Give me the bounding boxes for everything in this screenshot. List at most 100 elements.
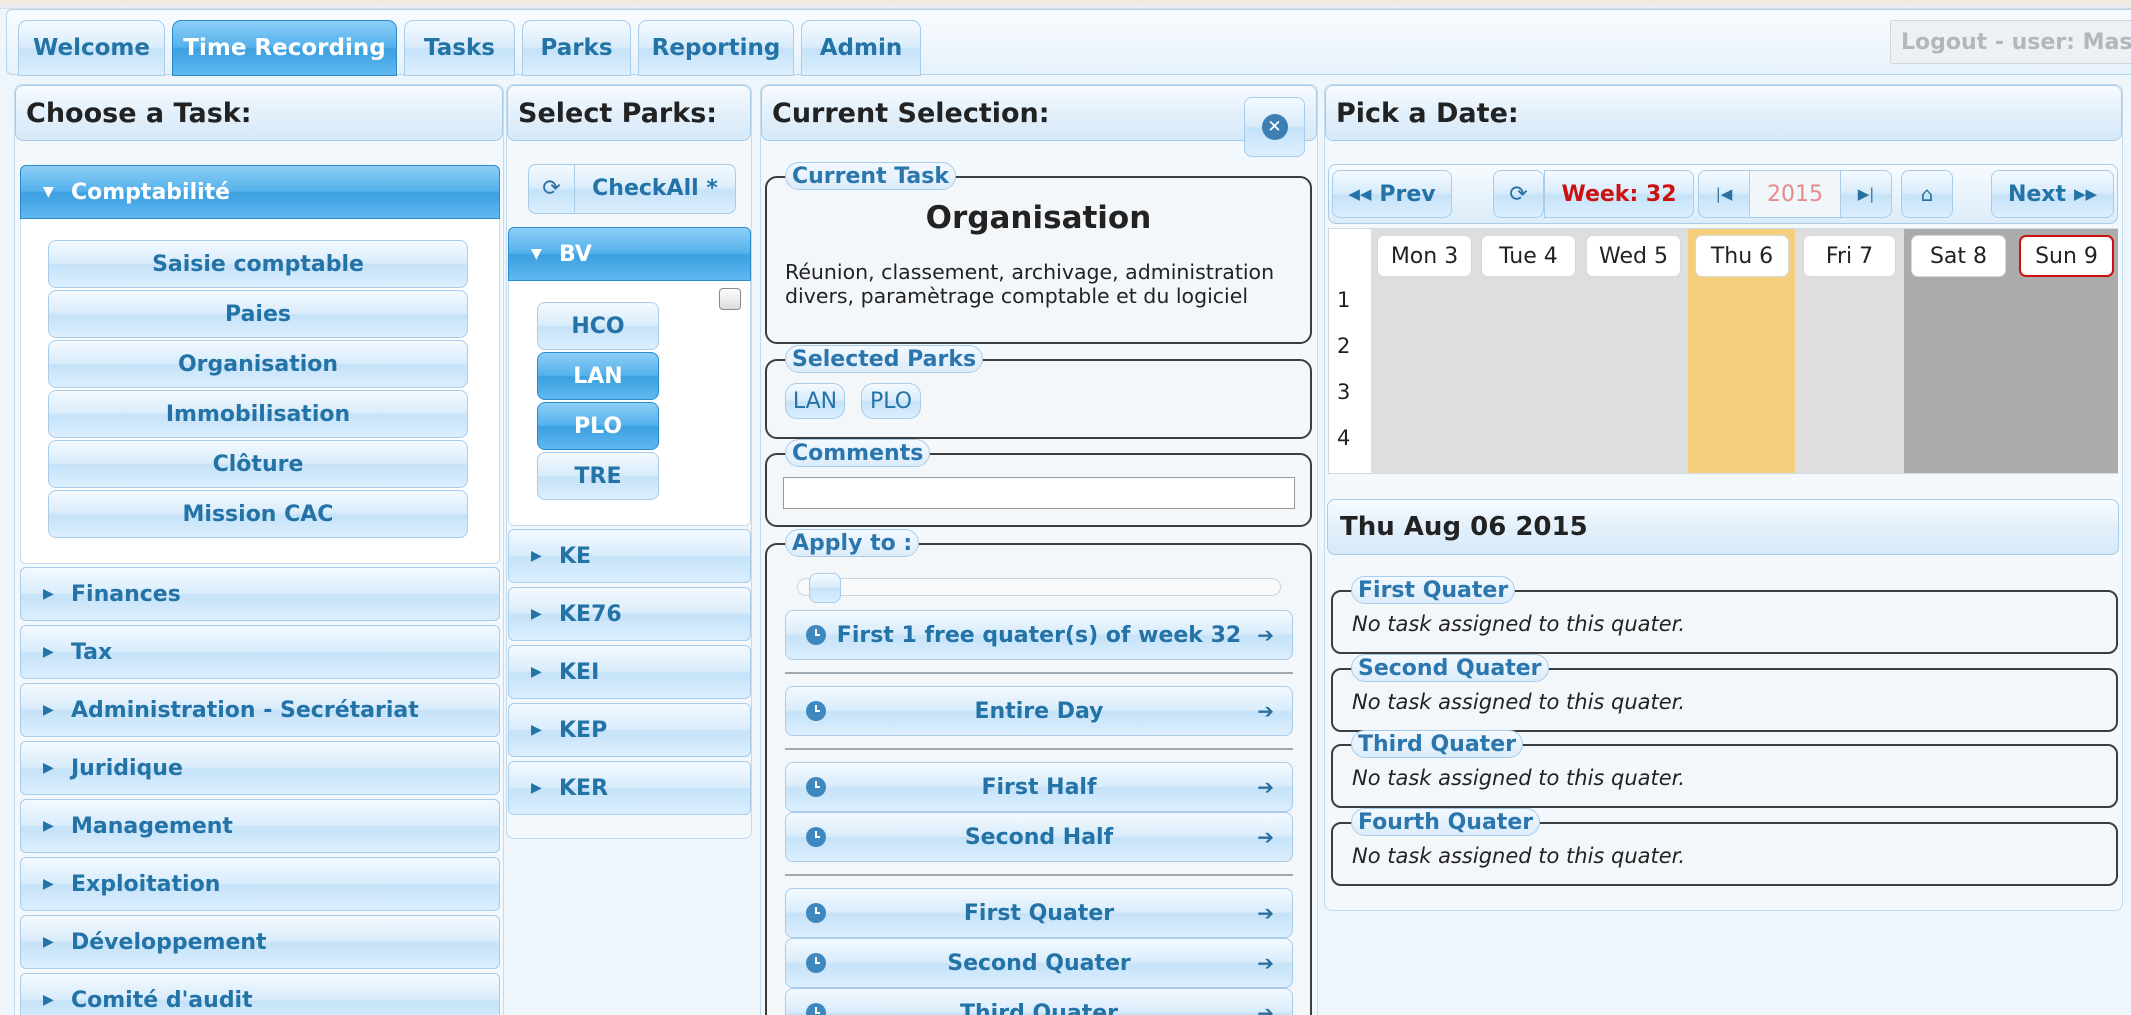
day-header[interactable]: Fri 7 — [1803, 235, 1896, 277]
park-item-selected[interactable]: PLO — [537, 402, 659, 450]
park-group-bv[interactable]: ▼ BV — [508, 227, 751, 281]
today-button[interactable]: ⌂ — [1901, 170, 1953, 218]
check-all-button[interactable]: ⟳ CheckAll * — [528, 164, 736, 214]
tab-admin[interactable]: Admin — [801, 20, 921, 76]
task-item[interactable]: Saisie comptable — [48, 240, 468, 288]
selected-park-chip[interactable]: PLO — [861, 383, 921, 419]
caret-right-icon: ▶ — [43, 934, 54, 950]
caret-right-icon: ▶ — [531, 548, 542, 564]
separator — [785, 672, 1293, 674]
quater-legend: Second Quater — [1351, 654, 1549, 682]
arrow-right-icon: ➔ — [1257, 775, 1274, 799]
first-week-button[interactable]: |◀ — [1698, 170, 1750, 218]
park-group-label: KER — [559, 775, 609, 801]
selected-park-chip[interactable]: LAN — [785, 383, 845, 419]
current-task-legend: Current Task — [785, 162, 957, 190]
park-group-label: BV — [559, 241, 592, 267]
task-item[interactable]: Clôture — [48, 440, 468, 488]
skip-forward-icon: ▶| — [1857, 185, 1875, 203]
refresh-icon: ⟳ — [529, 165, 575, 212]
clock-icon — [806, 1003, 826, 1015]
tab-welcome[interactable]: Welcome — [18, 20, 165, 76]
apply-button-label: Entire Day — [974, 698, 1104, 724]
tab-parks[interactable]: Parks — [522, 20, 631, 76]
last-week-button[interactable]: ▶| — [1840, 170, 1892, 218]
day-header-sunday[interactable]: Sun 9 — [2019, 235, 2114, 277]
task-group-collapsed[interactable]: ▶ Exploitation — [20, 857, 500, 911]
task-item[interactable]: Paies — [48, 290, 468, 338]
day-header-selected[interactable]: Thu 6 — [1695, 235, 1789, 277]
task-item[interactable]: Immobilisation — [48, 390, 468, 438]
park-group-collapsed[interactable]: ▶ KEP — [508, 703, 751, 757]
selection-panel-title: Current Selection: — [761, 85, 1317, 141]
apply-free-quaters-button[interactable]: First 1 free quater(s) of week 32 ➔ — [785, 610, 1293, 660]
apply-second-quater-button[interactable]: Second Quater ➔ — [785, 938, 1293, 988]
park-group-collapsed[interactable]: ▶ KER — [508, 761, 751, 815]
apply-entire-day-button[interactable]: Entire Day ➔ — [785, 686, 1293, 736]
refresh-week-button[interactable]: ⟳ — [1493, 170, 1544, 218]
logout-button[interactable]: Logout - user: Master — [1890, 20, 2131, 64]
park-group-collapsed[interactable]: ▶ KE — [508, 529, 751, 583]
task-group-comptabilite[interactable]: ▼ Comptabilité — [20, 165, 500, 219]
caret-right-icon: ▶ — [43, 586, 54, 602]
task-group-collapsed[interactable]: ▶ Tax — [20, 625, 500, 679]
quater-message: No task assigned to this quater. — [1352, 690, 1686, 714]
comments-input[interactable] — [783, 477, 1295, 509]
clear-selection-button[interactable]: ✕ — [1244, 97, 1305, 157]
task-group-collapsed[interactable]: ▶ Finances — [20, 567, 500, 621]
tab-reporting[interactable]: Reporting — [638, 20, 794, 76]
task-group-collapsed[interactable]: ▶ Développement — [20, 915, 500, 969]
selected-parks-box: Selected Parks LAN PLO — [765, 345, 1312, 439]
apply-button-label: Second Half — [964, 824, 1114, 850]
quater-message: No task assigned to this quater. — [1352, 844, 1686, 868]
caret-right-icon: ▶ — [531, 722, 542, 738]
tab-time-recording[interactable]: Time Recording — [172, 20, 397, 76]
next-week-button[interactable]: Next ▶▶ — [1991, 170, 2114, 218]
caret-right-icon: ▶ — [43, 992, 54, 1008]
quater-box: Third Quater No task assigned to this qu… — [1331, 730, 2118, 808]
task-item[interactable]: Organisation — [48, 340, 468, 388]
quater-count-slider-track[interactable] — [797, 578, 1281, 596]
task-group-collapsed[interactable]: ▶ Juridique — [20, 741, 500, 795]
parks-panel-title: Select Parks: — [507, 85, 751, 141]
separator — [785, 748, 1293, 750]
task-group-label: Finances — [71, 581, 181, 607]
park-item[interactable]: TRE — [537, 452, 659, 500]
day-header[interactable]: Tue 4 — [1481, 235, 1576, 277]
caret-down-icon: ▼ — [531, 246, 542, 262]
home-icon: ⌂ — [1920, 182, 1934, 206]
arrow-right-icon: ➔ — [1257, 951, 1274, 975]
clock-icon — [806, 903, 826, 923]
day-header[interactable]: Mon 3 — [1377, 235, 1472, 277]
park-item-selected[interactable]: LAN — [537, 352, 659, 400]
park-group-collapsed[interactable]: ▶ KEI — [508, 645, 751, 699]
apply-button-label: Second Quater — [947, 950, 1131, 976]
arrow-right-icon: ➔ — [1257, 699, 1274, 723]
quater-box: Second Quater No task assigned to this q… — [1331, 654, 2118, 732]
day-header[interactable]: Wed 5 — [1586, 235, 1681, 277]
task-item[interactable]: Mission CAC — [48, 490, 468, 538]
apply-first-quater-button[interactable]: First Quater ➔ — [785, 888, 1293, 938]
week-number[interactable]: Week: 32 — [1544, 170, 1694, 218]
prev-week-button[interactable]: ◀◀ Prev — [1332, 170, 1452, 218]
arrow-right-icon: ➔ — [1257, 901, 1274, 925]
park-group-collapsed[interactable]: ▶ KE76 — [508, 587, 751, 641]
task-group-collapsed[interactable]: ▶ Comité d'audit — [20, 973, 500, 1015]
quater-message: No task assigned to this quater. — [1352, 612, 1686, 636]
quater-count-slider-handle[interactable] — [809, 573, 841, 603]
task-group-collapsed[interactable]: ▶ Management — [20, 799, 500, 853]
tab-tasks[interactable]: Tasks — [404, 20, 515, 76]
park-item[interactable]: HCO — [537, 302, 659, 350]
arrow-right-icon: ➔ — [1257, 623, 1274, 647]
apply-third-quater-button[interactable]: Third Quater ➔ — [785, 988, 1293, 1015]
apply-first-half-button[interactable]: First Half ➔ — [785, 762, 1293, 812]
task-group-collapsed[interactable]: ▶ Administration - Secrétariat — [20, 683, 500, 737]
arrow-right-icon: ➔ — [1257, 1001, 1274, 1015]
close-icon: ✕ — [1261, 114, 1288, 140]
date-panel-title: Pick a Date: — [1325, 85, 2122, 141]
apply-second-half-button[interactable]: Second Half ➔ — [785, 812, 1293, 862]
day-header[interactable]: Sat 8 — [1911, 235, 2006, 277]
caret-right-icon: ▶ — [531, 780, 542, 796]
task-group-label: Management — [71, 813, 233, 839]
park-group-checkbox[interactable] — [719, 288, 741, 310]
